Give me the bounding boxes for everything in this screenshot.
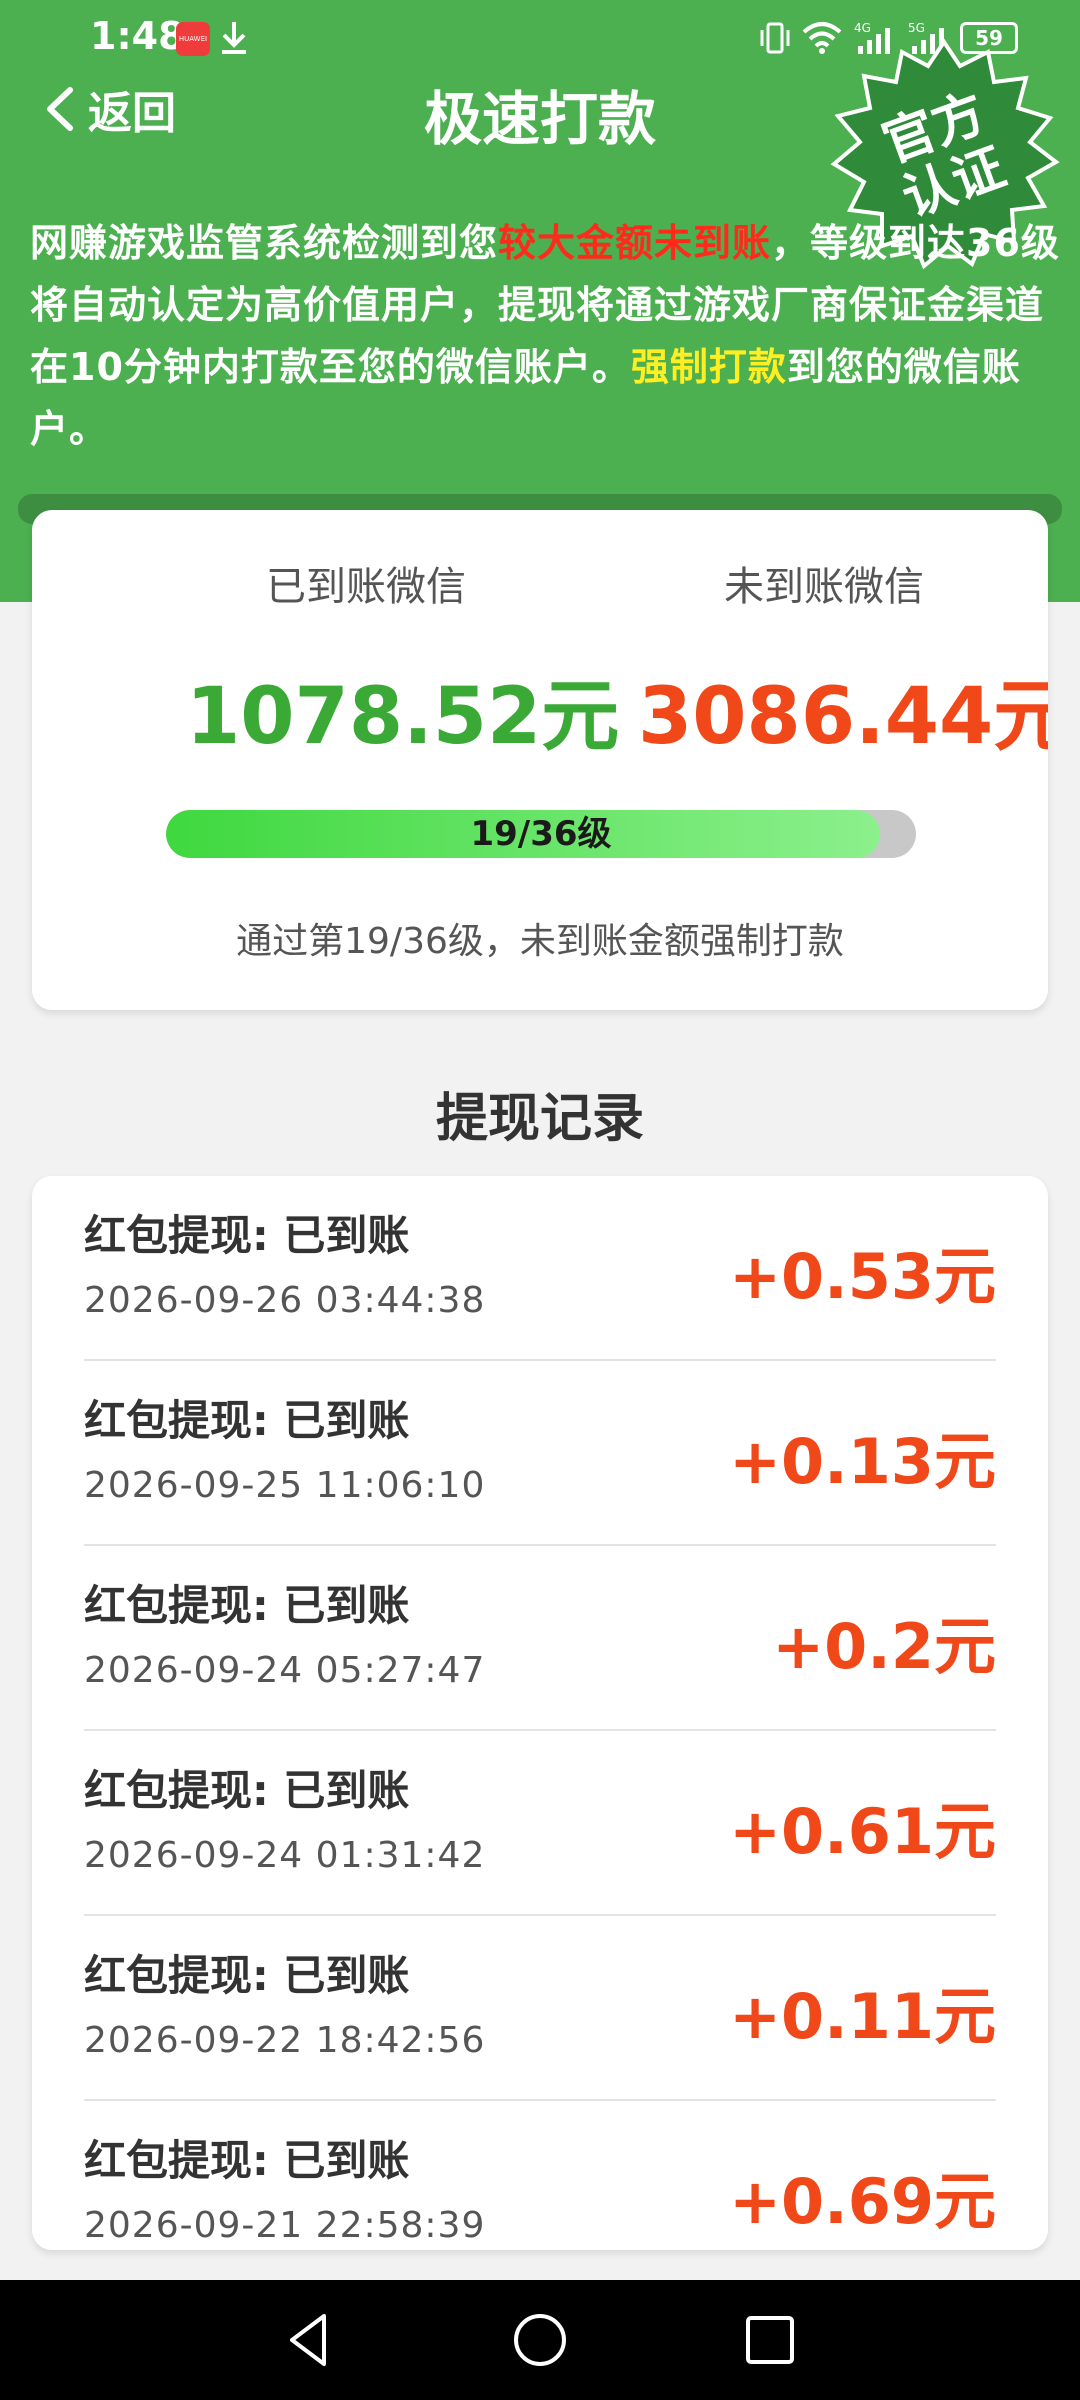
record-time: 2026-09-22 18:42:56 [84, 2020, 486, 2061]
records-title: 提现记录 [435, 1089, 644, 1149]
record-title: 红包提现: 已到账 [84, 1211, 410, 1260]
notice-text: 网赚游戏监管系统检测到您较大金额未到账，等级到达36级将自动认定为高价值用户，提… [30, 212, 1060, 460]
record-row: 红包提现: 已到账 2026-09-22 18:42:56 +0.11元 [32, 1916, 1048, 2101]
record-title: 红包提现: 已到账 [84, 1766, 410, 1815]
record-amount: +0.53元 [729, 1240, 996, 1313]
received-amount: 1078.52元 [186, 672, 620, 762]
record-time: 2026-09-21 22:58:39 [84, 2205, 486, 2246]
record-amount: +0.69元 [729, 2165, 996, 2238]
system-navigation-bar [0, 2280, 1080, 2400]
record-time: 2026-09-24 05:27:47 [84, 1650, 486, 1691]
record-time: 2026-09-25 11:06:10 [84, 1465, 486, 1506]
records-list: 红包提现: 已到账 2026-09-26 03:44:38 +0.53元 红包提… [32, 1176, 1048, 2250]
back-triangle-icon[interactable] [280, 2310, 340, 2370]
notice-highlight-yellow: 强制打款 [630, 345, 787, 389]
app-notification-icon: HUAWEI [176, 22, 210, 56]
vibrate-icon [760, 22, 790, 54]
progress-caption: 通过第19/36级，未到账金额强制打款 [236, 921, 844, 962]
record-title: 红包提现: 已到账 [84, 1396, 410, 1445]
record-amount: +0.11元 [729, 1980, 996, 2053]
home-circle-icon[interactable] [510, 2310, 570, 2370]
record-row: 红包提现: 已到账 2026-09-24 05:27:47 +0.2元 [32, 1546, 1048, 1731]
pending-amount: 3086.44元 [638, 672, 1048, 762]
recents-square-icon[interactable] [740, 2310, 800, 2370]
pending-label: 未到账微信 [724, 564, 924, 610]
record-amount: +0.13元 [729, 1425, 996, 1498]
record-time: 2026-09-24 01:31:42 [84, 1835, 486, 1876]
record-amount: +0.61元 [729, 1795, 996, 1868]
balance-summary-card: 已到账微信 未到账微信 1078.52元 3086.44元 19/36级 通过第… [32, 510, 1048, 1010]
network-5g-label: 5G [908, 21, 925, 35]
record-row: 红包提现: 已到账 2026-09-26 03:44:38 +0.53元 [32, 1176, 1048, 1361]
download-icon [222, 22, 246, 54]
progress-text: 19/36级 [470, 814, 612, 854]
record-title: 红包提现: 已到账 [84, 1581, 410, 1630]
record-amount: +0.2元 [772, 1610, 996, 1683]
record-row: 红包提现: 已到账 2026-09-24 01:31:42 +0.61元 [32, 1731, 1048, 1916]
network-4g-label: 4G [854, 21, 871, 35]
received-label: 已到账微信 [266, 564, 466, 610]
record-row: 红包提现: 已到账 2026-09-25 11:06:10 +0.13元 [32, 1361, 1048, 1546]
notice-part1: 网赚游戏监管系统检测到您 [30, 221, 499, 265]
record-row: 红包提现: 已到账 2026-09-21 22:58:39 +0.69元 [32, 2101, 1048, 2250]
record-title: 红包提现: 已到账 [84, 1951, 410, 2000]
record-time: 2026-09-26 03:44:38 [84, 1280, 486, 1321]
level-progress-bar: 19/36级 [166, 810, 916, 858]
notice-highlight-red: 较大金额未到账 [498, 221, 772, 265]
status-time: 1:48 [90, 14, 185, 58]
record-title: 红包提现: 已到账 [84, 2136, 410, 2185]
